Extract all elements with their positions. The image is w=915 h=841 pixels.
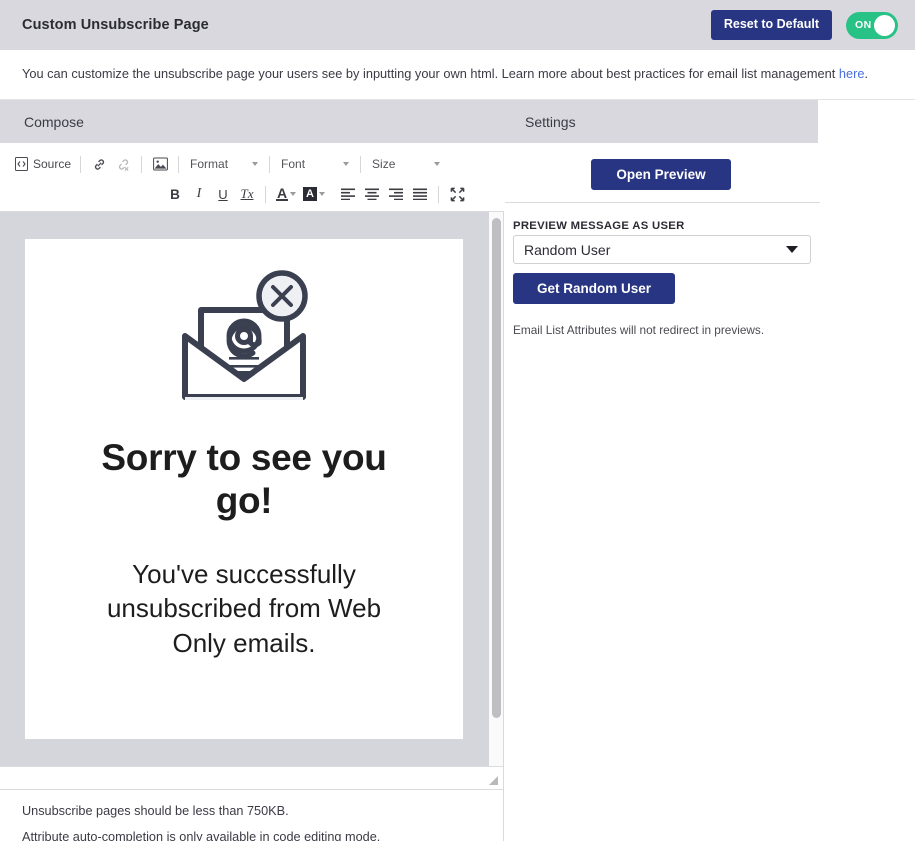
align-left-icon[interactable] xyxy=(336,182,360,206)
reset-to-default-button[interactable]: Reset to Default xyxy=(710,10,832,40)
toolbar-separator xyxy=(141,155,143,173)
page-title: Custom Unsubscribe Page xyxy=(22,17,209,33)
toolbar-separator xyxy=(269,155,271,173)
unsubscribe-preview-page: Sorry to see you go! You've successfully… xyxy=(25,239,463,739)
chevron-down-icon xyxy=(343,162,350,166)
source-button-label: Source xyxy=(33,157,72,171)
underline-button[interactable]: U xyxy=(211,182,235,206)
italic-button[interactable]: I xyxy=(187,182,211,206)
enable-toggle[interactable]: ON xyxy=(846,11,898,39)
open-preview-button[interactable]: Open Preview xyxy=(591,159,731,190)
editor-scrollbar-thumb[interactable] xyxy=(492,218,501,718)
toolbar-separator xyxy=(265,185,266,203)
custom-unsubscribe-page: Custom Unsubscribe Page Reset to Default… xyxy=(0,0,915,841)
align-center-icon[interactable] xyxy=(360,182,384,206)
format-dropdown-label: Format xyxy=(190,157,229,171)
italic-label: I xyxy=(196,186,202,201)
chevron-down-icon xyxy=(786,246,798,253)
tab-strip: Compose Settings xyxy=(0,100,818,143)
toolbar-row-1: Source Format Font Size xyxy=(12,150,445,178)
page-header: Custom Unsubscribe Page Reset to Default… xyxy=(0,0,915,50)
settings-panel: Open Preview PREVIEW MESSAGE AS USER Ran… xyxy=(505,143,915,841)
get-random-user-button[interactable]: Get Random User xyxy=(513,273,675,304)
description-text-after: . xyxy=(864,66,869,82)
bg-color-label: A xyxy=(303,187,317,201)
envelope-with-x-icon xyxy=(169,266,319,417)
text-color-button[interactable]: A xyxy=(272,184,300,201)
chevron-down-icon xyxy=(434,162,441,166)
bg-color-button[interactable]: A xyxy=(300,187,328,201)
preview-user-select-value: Random User xyxy=(524,241,611,258)
size-dropdown-label: Size xyxy=(372,157,396,171)
font-dropdown[interactable]: Font xyxy=(276,157,354,171)
size-dropdown[interactable]: Size xyxy=(367,157,445,171)
chevron-down-icon xyxy=(290,192,296,196)
preview-user-select[interactable]: Random User xyxy=(513,235,811,264)
chevron-down-icon xyxy=(252,162,259,166)
link-icon[interactable] xyxy=(87,152,111,176)
toggle-state-label: ON xyxy=(855,19,872,31)
editor-canvas[interactable]: Sorry to see you go! You've successfully… xyxy=(0,212,503,766)
note-autocompletion: Attribute auto-completion is only availa… xyxy=(22,830,381,841)
unsubscribe-heading: Sorry to see you go! xyxy=(101,437,387,521)
editor-resize-strip xyxy=(0,766,503,790)
description-text-before: You can customize the unsubscribe page y… xyxy=(22,66,839,82)
toolbar-separator xyxy=(438,185,439,203)
resize-handle[interactable] xyxy=(489,776,498,785)
align-justify-icon[interactable] xyxy=(408,182,432,206)
best-practices-link[interactable]: here xyxy=(839,66,865,81)
settings-divider xyxy=(505,202,820,203)
bold-button[interactable]: B xyxy=(163,182,187,206)
font-dropdown-label: Font xyxy=(281,157,306,171)
unlink-icon[interactable] xyxy=(111,152,135,176)
image-icon[interactable] xyxy=(148,152,172,176)
source-button[interactable]: Source xyxy=(12,157,74,171)
toolbar-separator xyxy=(178,155,180,173)
toggle-knob xyxy=(874,14,895,36)
toolbar-row-2: B I U Tx A A xyxy=(163,180,469,208)
attributes-note: Email List Attributes will not redirect … xyxy=(513,323,765,337)
chevron-down-icon xyxy=(319,192,325,196)
description-text: You can customize the unsubscribe page y… xyxy=(22,66,868,83)
editor-scrollbar[interactable] xyxy=(489,212,503,766)
note-size-limit: Unsubscribe pages should be less than 75… xyxy=(22,804,289,818)
compose-panel: Source Format Font Size B I U Tx A A Sor… xyxy=(0,143,504,841)
tab-compose[interactable]: Compose xyxy=(24,100,84,143)
text-color-label: A xyxy=(276,184,288,201)
bold-label: B xyxy=(170,186,180,202)
editor-notes: Unsubscribe pages should be less than 75… xyxy=(0,790,503,841)
remove-format-button[interactable]: Tx xyxy=(235,182,259,206)
unsubscribe-body: You've successfully unsubscribed from We… xyxy=(106,558,382,658)
toolbar-separator xyxy=(80,155,82,173)
underline-label: U xyxy=(218,186,228,202)
format-dropdown[interactable]: Format xyxy=(185,157,263,171)
maximize-icon[interactable] xyxy=(445,182,469,206)
preview-as-user-label: PREVIEW MESSAGE AS USER xyxy=(513,220,685,232)
remove-format-label: Tx xyxy=(240,186,254,201)
align-right-icon[interactable] xyxy=(384,182,408,206)
tab-settings[interactable]: Settings xyxy=(525,100,576,143)
header-actions: Reset to Default ON xyxy=(710,10,898,40)
toolbar-separator xyxy=(360,155,362,173)
description-strip: You can customize the unsubscribe page y… xyxy=(0,50,915,100)
source-code-icon xyxy=(15,157,28,171)
